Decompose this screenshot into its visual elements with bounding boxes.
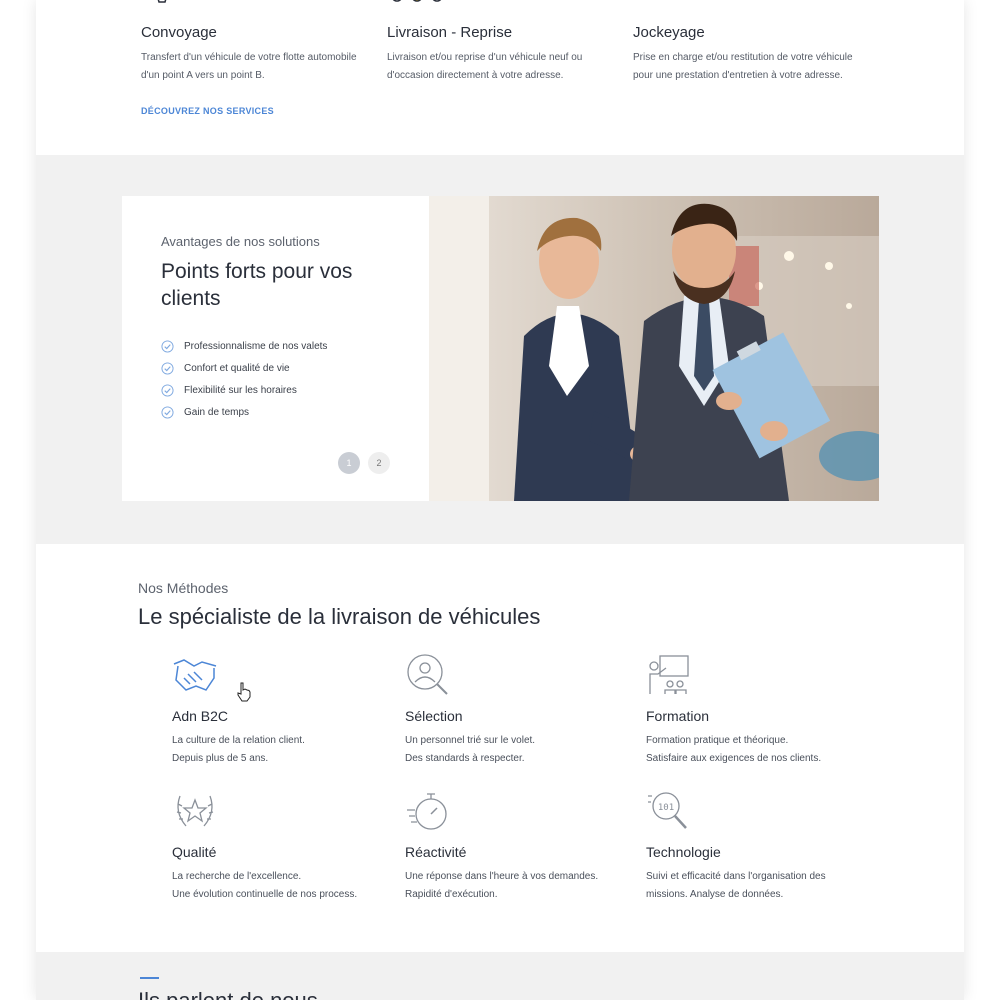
method-line: La culture de la relation client.	[172, 735, 305, 746]
testimonials-title: Ils parlent de nous	[138, 988, 318, 1000]
advantages-photo	[429, 196, 879, 501]
list-item: Gain de temps	[161, 401, 327, 423]
advantages-title: Points forts pour vos clients	[161, 260, 353, 310]
list-item: Professionnalisme de nos valets	[161, 335, 327, 357]
check-circle-icon	[161, 383, 174, 397]
service-title: Livraison - Reprise	[387, 24, 513, 41]
method-title: Adn B2C	[172, 708, 229, 724]
method-description: Formation pratique et théorique. Satisfa…	[646, 732, 876, 768]
svg-text:101: 101	[658, 803, 674, 813]
page: Convoyage Transfert d'un véhicule de vot…	[36, 0, 964, 1000]
method-title: Qualité	[172, 844, 217, 860]
list-item-label: Flexibilité sur les horaires	[184, 384, 297, 396]
method-title: Technologie	[646, 844, 721, 860]
service-description: Transfert d'un véhicule de votre flotte …	[141, 52, 357, 81]
method-description: Un personnel trié sur le volet. Des stan…	[405, 732, 635, 768]
advantages-subtitle: Avantages de nos solutions	[161, 234, 320, 249]
method-description: Une réponse dans l'heure à vos demandes.…	[405, 868, 635, 904]
method-line: Suivi et efficacité dans l'organisation …	[646, 871, 826, 882]
accent-divider	[140, 977, 159, 979]
method-description: Suivi et efficacité dans l'organisation …	[646, 868, 876, 904]
pager-dot-1[interactable]: 1	[338, 452, 360, 474]
businessmen-photo-illustration	[429, 196, 879, 501]
service-description: Prise en charge et/ou restitution de vot…	[633, 52, 853, 81]
method-line: Une évolution continuelle de nos process…	[172, 889, 358, 900]
method-line: missions. Analyse de données.	[646, 889, 784, 900]
method-line: Satisfaire aux exigences de nos clients.	[646, 753, 822, 764]
list-item-label: Gain de temps	[184, 406, 250, 418]
advantages-section: Avantages de nos solutions Points forts …	[36, 155, 964, 544]
discover-services-link[interactable]: DÉCOUVREZ NOS SERVICES	[141, 106, 274, 116]
teaching-icon	[649, 655, 689, 694]
check-circle-icon	[161, 361, 174, 375]
laurel-star-icon	[176, 795, 214, 827]
person-search-icon	[407, 654, 448, 695]
services-section: Convoyage Transfert d'un véhicule de vot…	[36, 0, 964, 155]
carousel-pager: 1 2	[338, 452, 390, 474]
convoy-icon	[157, 0, 167, 3]
methods-section: Nos Méthodes Le spécialiste de la livrai…	[36, 544, 964, 952]
check-circle-icon	[161, 339, 174, 353]
data-search-icon: 101	[648, 792, 687, 829]
car-key-icon	[633, 0, 683, 10]
method-line: Rapidité d'exécution.	[405, 889, 498, 900]
method-line: La recherche de l'excellence.	[172, 871, 302, 882]
method-line: Une réponse dans l'heure à vos demandes.	[405, 871, 599, 882]
method-line: Depuis plus de 5 ans.	[172, 753, 269, 764]
method-description: La culture de la relation client. Depuis…	[172, 732, 402, 768]
stopwatch-icon	[407, 793, 447, 830]
service-description: Livraison et/ou reprise d'un véhicule ne…	[387, 52, 583, 81]
testimonials-section: Ils parlent de nous	[36, 952, 964, 1000]
advantages-card: Avantages de nos solutions Points forts …	[122, 196, 429, 501]
list-item-label: Professionnalisme de nos valets	[184, 340, 328, 352]
method-line: Un personnel trié sur le volet.	[405, 735, 536, 746]
method-title: Sélection	[405, 708, 463, 724]
method-title: Formation	[646, 708, 710, 724]
method-line: Formation pratique et théorique.	[646, 735, 789, 746]
handshake-icon	[173, 659, 217, 691]
list-item: Flexibilité sur les horaires	[161, 379, 327, 401]
service-title: Jockeyage	[633, 24, 705, 41]
service-title: Convoyage	[141, 24, 217, 41]
method-title: Réactivité	[405, 844, 467, 860]
methods-subtitle: Nos Méthodes	[138, 580, 229, 596]
list-item: Confort et qualité de vie	[161, 357, 327, 379]
method-line: Des standards à respecter.	[405, 753, 525, 764]
list-item-label: Confort et qualité de vie	[184, 362, 290, 374]
hand-pointer-cursor-icon	[237, 682, 251, 702]
advantages-list: Professionnalisme de nos valets Confort …	[161, 335, 327, 423]
methods-title: Le spécialiste de la livraison de véhicu…	[138, 604, 541, 629]
cars-icon	[392, 0, 442, 2]
method-description: La recherche de l'excellence. Une évolut…	[172, 868, 402, 904]
pager-dot-2[interactable]: 2	[368, 452, 390, 474]
check-circle-icon	[161, 405, 174, 419]
